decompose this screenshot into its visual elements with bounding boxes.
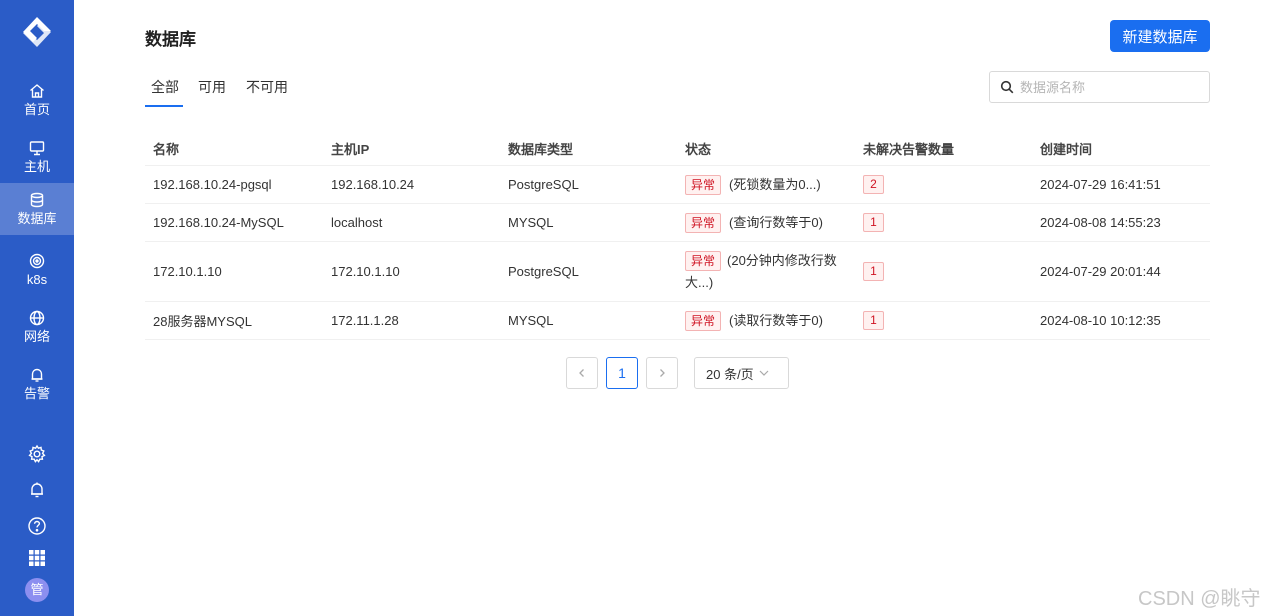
column-header-type[interactable]: 数据库类型: [500, 139, 677, 158]
app-logo-icon[interactable]: [21, 16, 53, 48]
status-badge: 异常: [685, 310, 722, 331]
sidebar-item-label: 首页: [23, 102, 50, 117]
column-header-ip[interactable]: 主机IP: [323, 139, 500, 158]
table-header: 名称 主机IP 数据库类型 状态 未解决告警数量 创建时间: [145, 131, 1210, 166]
globe-icon: [29, 310, 45, 326]
gear-icon[interactable]: [27, 444, 47, 464]
sidebar-item-home[interactable]: 首页: [0, 74, 74, 126]
status-detail: (查询行数等于0): [729, 214, 823, 230]
page-title: 数据库: [145, 30, 196, 49]
page-size-select[interactable]: 20 条/页: [694, 357, 789, 389]
sidebar: 首页 主机 数据库 k8s 网络 告警 管: [0, 0, 74, 616]
cell-created: 2024-07-29 20:01:44: [1040, 264, 1161, 279]
bell-icon: [31, 368, 43, 382]
tab-available[interactable]: 可用: [198, 77, 226, 97]
alert-count-badge[interactable]: 1: [863, 213, 884, 232]
status-badge: 异常: [685, 174, 722, 195]
cell-alerts: 1: [855, 262, 1032, 281]
sidebar-item-label: 网络: [23, 329, 50, 344]
cell-ip: 172.10.1.10: [331, 264, 400, 279]
status-detail: (读取行数等于0): [729, 312, 823, 328]
cell-alerts: 2: [855, 175, 1032, 194]
apps-grid-icon[interactable]: [27, 548, 47, 568]
table-row[interactable]: 192.168.10.24-MySQL localhost MYSQL 异常 (…: [145, 204, 1210, 242]
tab-unavailable[interactable]: 不可用: [246, 77, 288, 97]
chevron-down-icon: [759, 370, 769, 376]
page-size-label: 20 条/页: [706, 366, 754, 382]
sidebar-item-database[interactable]: 数据库: [0, 183, 74, 235]
alert-count-badge[interactable]: 2: [863, 175, 884, 194]
bell-icon[interactable]: [27, 480, 47, 500]
column-header-name[interactable]: 名称: [145, 139, 323, 158]
next-page-button[interactable]: [646, 357, 678, 389]
sidebar-item-alert[interactable]: 告警: [0, 358, 74, 410]
table-row[interactable]: 192.168.10.24-pgsql 192.168.10.24 Postgr…: [145, 166, 1210, 204]
cell-status: 异常 (查询行数等于0): [677, 212, 855, 234]
cell-type: PostgreSQL: [508, 177, 579, 192]
cell-type: MYSQL: [508, 215, 554, 230]
status-badge: 异常: [685, 250, 722, 271]
database-icon: [30, 192, 44, 208]
watermark: CSDN @眺守: [1138, 588, 1261, 610]
column-header-alerts[interactable]: 未解决告警数量: [855, 139, 1032, 158]
cell-name[interactable]: 192.168.10.24-pgsql: [145, 177, 323, 192]
table-row[interactable]: 172.10.1.10 172.10.1.10 PostgreSQL 异常 (20…: [145, 242, 1210, 302]
chevron-right-icon: [660, 369, 665, 377]
alert-count-badge[interactable]: 1: [863, 262, 884, 281]
search-box[interactable]: [989, 71, 1210, 103]
cell-status: 异常 (死锁数量为0...): [677, 174, 855, 196]
sidebar-item-k8s[interactable]: k8s: [0, 244, 74, 296]
column-header-created[interactable]: 创建时间: [1032, 139, 1210, 158]
table-row[interactable]: 28服务器MYSQL 172.11.1.28 MYSQL 异常 (读取行数等于0…: [145, 302, 1210, 340]
column-header-status[interactable]: 状态: [677, 139, 855, 158]
search-icon: [1000, 80, 1014, 94]
status-badge: 异常: [685, 212, 722, 233]
cell-type: PostgreSQL: [508, 264, 579, 279]
active-tab-indicator: [145, 105, 183, 107]
cell-created: 2024-08-10 10:12:35: [1040, 313, 1161, 328]
sidebar-item-network[interactable]: 网络: [0, 301, 74, 353]
tab-all[interactable]: 全部: [151, 77, 179, 97]
status-detail: (死锁数量为0...): [729, 176, 821, 192]
cell-status: 异常 (20分钟内修改行数大...): [677, 250, 855, 294]
cell-created: 2024-07-29 16:41:51: [1040, 177, 1161, 192]
new-database-button[interactable]: 新建数据库: [1110, 20, 1210, 52]
cell-status: 异常 (读取行数等于0): [677, 310, 855, 332]
sidebar-item-label: k8s: [26, 272, 48, 287]
database-table: 名称 主机IP 数据库类型 状态 未解决告警数量 创建时间 192.168.10…: [145, 131, 1210, 340]
cell-alerts: 1: [855, 213, 1032, 232]
avatar[interactable]: 管: [25, 578, 49, 602]
sidebar-item-host[interactable]: 主机: [0, 131, 74, 183]
cell-ip: 192.168.10.24: [331, 177, 415, 192]
sidebar-item-label: 主机: [23, 159, 50, 174]
cell-name[interactable]: 172.10.1.10: [145, 264, 323, 279]
k8s-icon: [29, 253, 45, 269]
cell-name[interactable]: 192.168.10.24-MySQL: [145, 215, 323, 230]
cell-type: MYSQL: [508, 313, 554, 328]
sidebar-item-label: 告警: [23, 386, 50, 401]
cell-alerts: 1: [855, 311, 1032, 330]
cell-created: 2024-08-08 14:55:23: [1040, 215, 1161, 230]
cell-name[interactable]: 28服务器MYSQL: [145, 311, 323, 330]
sidebar-item-label: 数据库: [17, 211, 57, 226]
search-input[interactable]: [1020, 79, 1200, 95]
prev-page-button[interactable]: [566, 357, 598, 389]
page-number-button[interactable]: 1: [606, 357, 638, 389]
help-icon[interactable]: [27, 516, 47, 536]
chevron-left-icon: [579, 369, 584, 377]
cell-ip: localhost: [331, 215, 383, 230]
alert-count-badge[interactable]: 1: [863, 311, 884, 330]
monitor-icon: [29, 141, 45, 156]
home-icon: [30, 84, 44, 98]
cell-ip: 172.11.1.28: [331, 313, 399, 328]
